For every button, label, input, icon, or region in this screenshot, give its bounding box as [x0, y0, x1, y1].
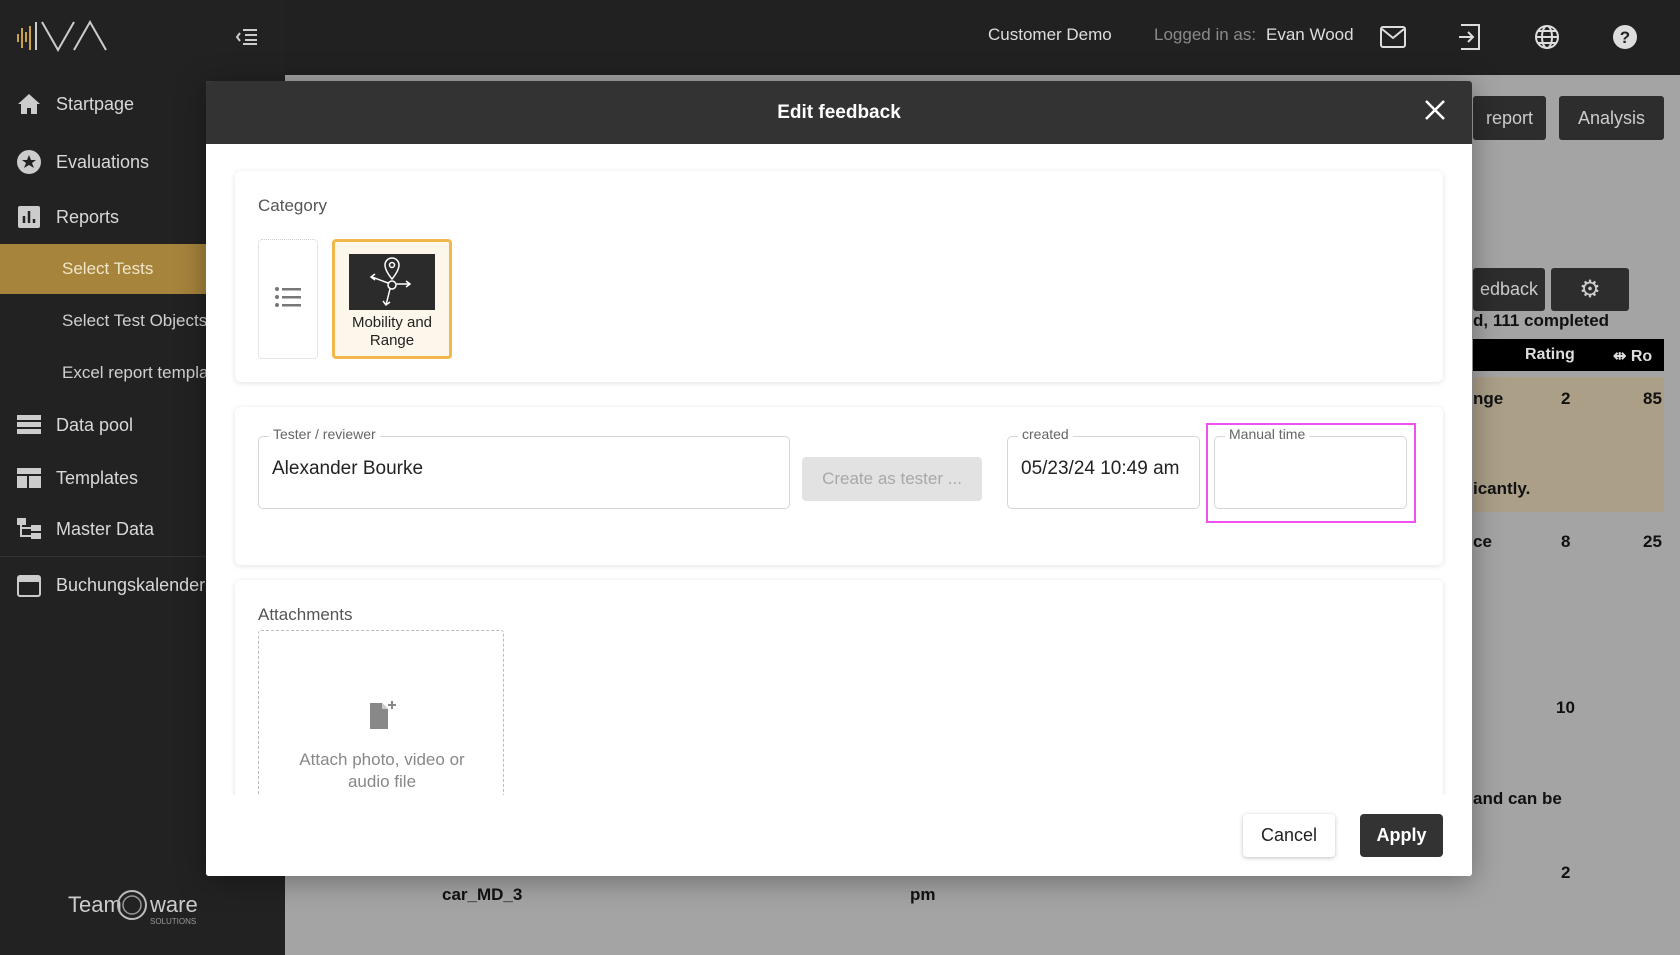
dialog-header: Edit feedback	[206, 81, 1472, 144]
table-cell: icantly.	[1473, 479, 1531, 498]
hierarchy-icon	[16, 516, 42, 542]
globe-icon[interactable]	[1532, 22, 1562, 52]
mail-icon[interactable]	[1378, 22, 1408, 52]
column-ro[interactable]: ⇹ Ro	[1613, 346, 1652, 366]
dialog-title: Edit feedback	[777, 101, 901, 123]
tester-label: Tester / reviewer	[269, 426, 380, 442]
sidebar-item-label: Master Data	[56, 518, 155, 539]
table-cell: nge	[1473, 389, 1504, 408]
create-as-tester-button[interactable]: Create as tester ...	[802, 457, 982, 501]
close-icon[interactable]	[1424, 99, 1446, 127]
svg-text:Team: Team	[68, 892, 122, 917]
logged-in-label: Logged in as:	[1154, 25, 1257, 44]
svg-text:?: ?	[1620, 28, 1630, 47]
tester-reviewer-input[interactable]: Tester / reviewer Alexander Bourke	[258, 426, 790, 509]
svg-text:ware: ware	[149, 892, 198, 917]
table-cell: 8	[1561, 532, 1571, 551]
table-cell: 2	[1561, 863, 1571, 882]
app-logo	[16, 18, 126, 59]
gear-icon: ⚙	[1579, 276, 1601, 303]
teamware-logo: Team ware SOLUTIONS	[68, 882, 198, 935]
category-list-button[interactable]	[258, 239, 318, 359]
user-name[interactable]: Evan Wood	[1266, 25, 1354, 45]
manual-time-label: Manual time	[1225, 426, 1310, 442]
table-cell: pm	[910, 885, 936, 904]
column-rating[interactable]: Rating	[1525, 346, 1575, 364]
star-icon	[16, 149, 42, 175]
feedback-button[interactable]: edback	[1473, 268, 1545, 311]
table-cell: 10	[1556, 698, 1575, 717]
tester-card: Tester / reviewer Alexander Bourke Creat…	[235, 407, 1443, 565]
svg-text:SOLUTIONS: SOLUTIONS	[150, 917, 196, 926]
sidebar-item-label: Buchungskalender	[56, 574, 206, 595]
list-icon	[275, 286, 301, 313]
cancel-button[interactable]: Cancel	[1243, 814, 1335, 857]
settings-button[interactable]: ⚙	[1551, 268, 1629, 311]
sidebar-item-label: Evaluations	[56, 151, 150, 172]
manual-time-input[interactable]: Manual time	[1214, 426, 1407, 509]
apply-button[interactable]: Apply	[1360, 814, 1443, 857]
category-mobility-and-range[interactable]: Mobility and Range	[332, 239, 452, 359]
template-icon	[16, 465, 42, 491]
analysis-button[interactable]: Analysis	[1559, 96, 1664, 140]
home-icon	[16, 91, 42, 117]
sidebar-item-label: Startpage	[56, 93, 135, 114]
mobility-icon	[349, 254, 435, 310]
column-ro-label: Ro	[1630, 348, 1653, 365]
created-input[interactable]: created 05/23/24 10:49 am	[1007, 426, 1200, 509]
customer-name[interactable]: Customer Demo	[988, 25, 1112, 45]
table-cell: 2	[1561, 389, 1571, 408]
category-label: Category	[258, 196, 327, 215]
dialog-footer: Cancel Apply	[206, 795, 1472, 876]
tester-value: Alexander Bourke	[272, 458, 424, 479]
category-card: Category Mobility and Range	[235, 171, 1443, 382]
table-header: Rating ⇹ Ro	[1473, 339, 1664, 371]
table-cell: ce	[1473, 532, 1492, 551]
category-name: Mobility and Range	[351, 314, 433, 349]
completed-count: d, 111 completed	[1473, 311, 1610, 330]
created-value: 05/23/24 10:49 am	[1021, 458, 1180, 479]
table-cell: and can be	[1473, 789, 1562, 808]
table-cell: car_MD_3	[442, 885, 523, 904]
add-file-icon	[370, 701, 396, 734]
database-icon	[16, 412, 42, 438]
edit-feedback-dialog: Edit feedback Category Mobility and Rang…	[206, 81, 1472, 876]
report-button[interactable]: report	[1473, 96, 1546, 140]
collapse-sidebar-icon[interactable]	[235, 28, 259, 51]
attachments-label: Attachments	[258, 605, 353, 624]
calendar-icon	[16, 572, 42, 598]
created-label: created	[1018, 426, 1073, 442]
table-cell: 85	[1643, 389, 1662, 408]
sidebar-item-label: Data pool	[56, 414, 134, 435]
sidebar-item-label: Reports	[56, 206, 120, 227]
logout-icon[interactable]	[1455, 22, 1485, 52]
table-cell: 25	[1643, 532, 1662, 551]
help-icon[interactable]: ?	[1610, 22, 1640, 52]
resize-icon: ⇹	[1613, 348, 1627, 365]
sidebar-item-label: Templates	[56, 467, 139, 488]
bar-chart-icon	[16, 204, 42, 230]
attach-hint: Attach photo, video or audio file	[299, 750, 465, 791]
